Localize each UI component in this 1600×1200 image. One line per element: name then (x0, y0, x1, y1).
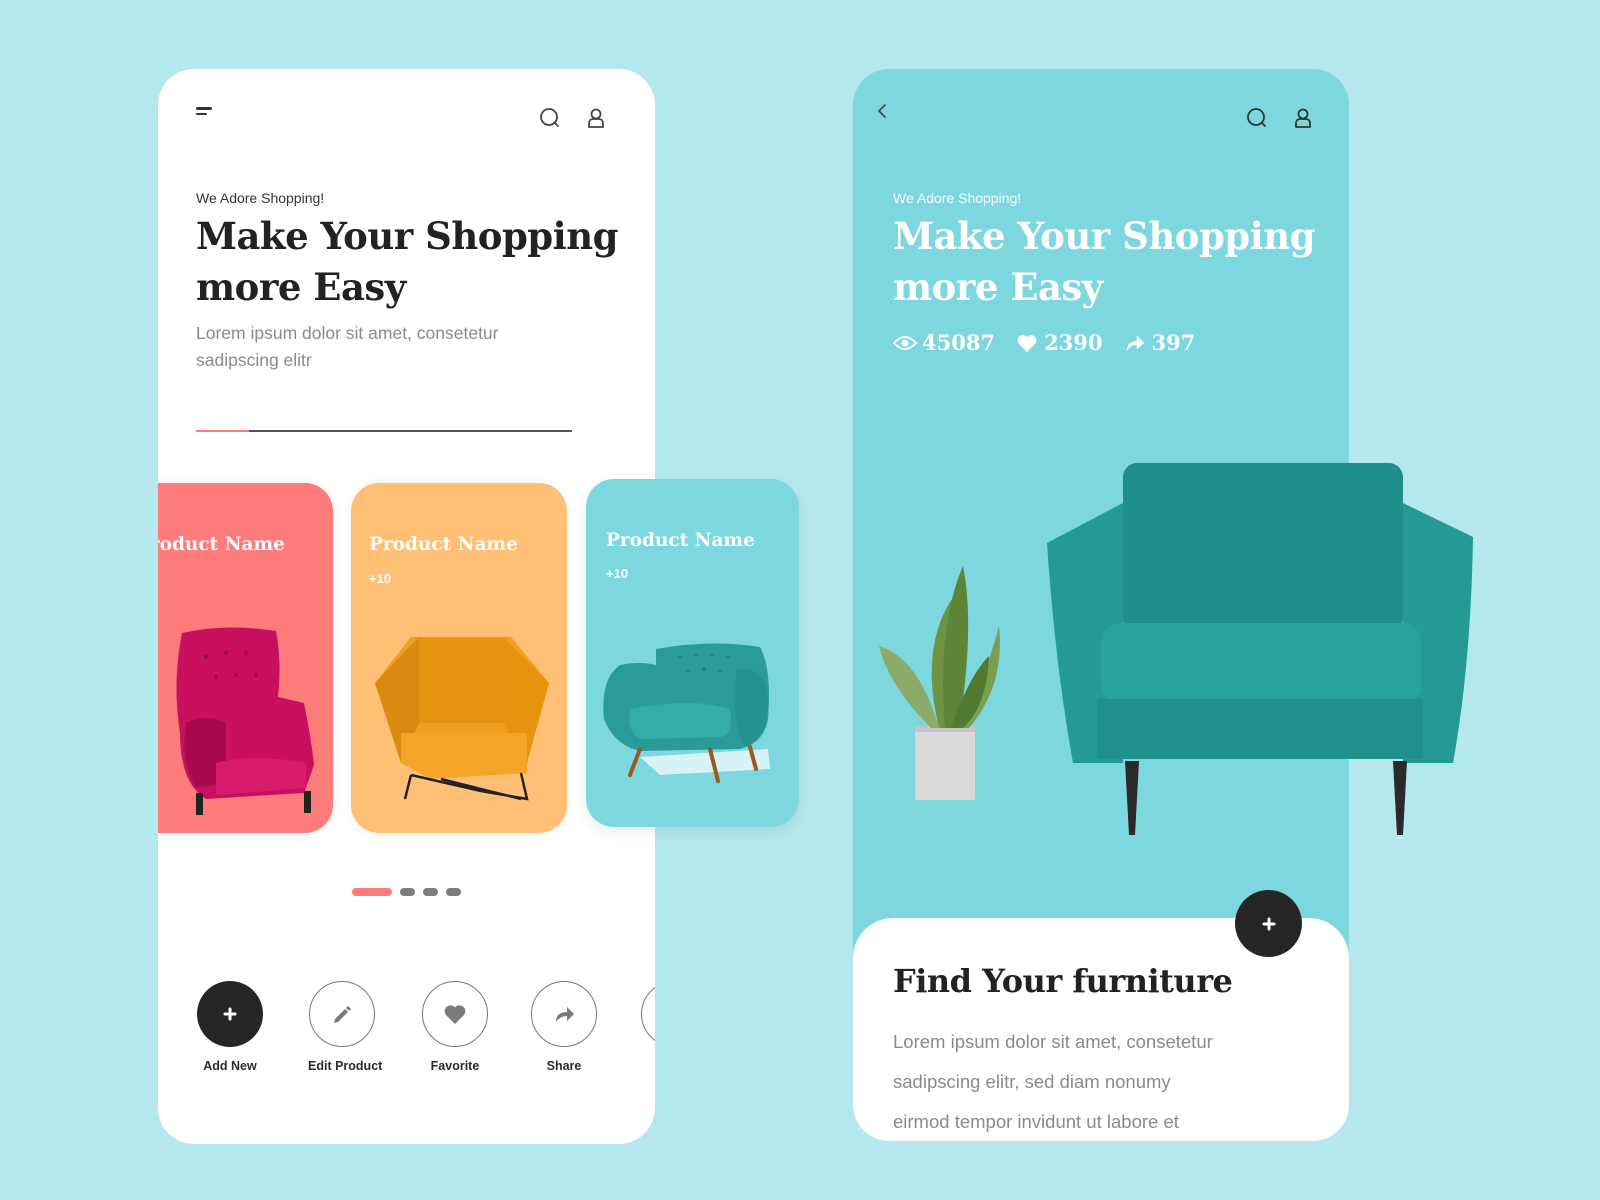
description-line: eirmod tempor invidunt ut labore et (893, 1111, 1179, 1132)
progress-fill (196, 430, 249, 432)
pink-armchair-image (176, 627, 314, 815)
carousel-pagination[interactable] (352, 888, 461, 896)
progress-bar (196, 430, 572, 432)
stats-row: 45087 2390 397 (893, 330, 1195, 355)
likes-stat[interactable]: 2390 (1015, 330, 1103, 355)
action-label: Edit Product (308, 1059, 383, 1073)
subtitle: Lorem ipsum dolor sit amet, consetetur s… (196, 320, 499, 374)
product-count: +10 (369, 571, 392, 586)
shares-stat[interactable]: 397 (1123, 330, 1196, 355)
page-title: Make Your Shopping more Easy (196, 211, 619, 313)
views-count: 45087 (922, 330, 996, 355)
pagination-dot[interactable] (423, 888, 438, 896)
eye-icon (893, 335, 917, 350)
add-to-cart-button[interactable] (1235, 890, 1302, 957)
description-line: sadipscing elitr, sed diam nonumy (893, 1071, 1171, 1092)
pagination-dot[interactable] (446, 888, 461, 896)
user-icon[interactable] (1291, 106, 1315, 130)
user-icon[interactable] (584, 106, 608, 130)
kicker-text: We Adore Shopping! (196, 190, 325, 206)
views-stat: 45087 (893, 330, 995, 355)
share-icon (556, 1007, 574, 1022)
subtitle-line-2: sadipscing elitr (196, 350, 312, 370)
action-label: Favorite (430, 1059, 480, 1073)
heart-icon (444, 1005, 466, 1024)
left-phone-screen: We Adore Shopping! Make Your Shopping mo… (158, 69, 655, 1144)
product-name: Product Name (369, 534, 518, 555)
orange-armchair-image (375, 637, 549, 801)
teal-armchair-image (603, 643, 770, 783)
title-line-1: Make Your Shopping (893, 214, 1316, 258)
action-bar: Add New Edit Product Favorite Share S (158, 981, 655, 1091)
search-icon[interactable] (1245, 106, 1269, 130)
subtitle-line-1: Lorem ipsum dolor sit amet, consetetur (196, 323, 499, 343)
favorite-button[interactable]: Favorite (421, 981, 489, 1073)
share-button[interactable]: Share (530, 981, 598, 1073)
edit-product-button[interactable]: Edit Product (308, 981, 383, 1073)
action-label: Share (546, 1059, 582, 1073)
pencil-icon (334, 1006, 351, 1023)
page-title: Make Your Shopping more Easy (893, 211, 1316, 313)
product-name: Product Name (158, 534, 285, 555)
plus-icon (1262, 917, 1275, 930)
plant-image (879, 566, 1000, 800)
product-card[interactable]: Product Name +10 (351, 483, 567, 833)
title-line-2: more Easy (196, 265, 406, 309)
plus-icon (223, 1007, 237, 1021)
more-action-button[interactable]: S (640, 981, 655, 1073)
action-label: S (640, 1059, 655, 1073)
add-new-button[interactable]: Add New (196, 981, 264, 1073)
pagination-dot[interactable] (400, 888, 415, 896)
share-icon (1126, 335, 1144, 351)
sheet-title: Find Your furniture (893, 962, 1233, 1000)
product-card-selected[interactable]: Product Name +10 (586, 479, 799, 827)
action-label: Add New (203, 1059, 257, 1073)
menu-icon[interactable] (196, 107, 214, 121)
title-line-2: more Easy (893, 265, 1103, 309)
kicker-text: We Adore Shopping! (893, 190, 1022, 206)
pagination-dot-active[interactable] (352, 888, 392, 896)
likes-count: 2390 (1044, 330, 1103, 355)
more-icon (641, 981, 655, 1047)
featured-armchair-image (1047, 463, 1473, 835)
product-card[interactable]: Product Name +10 (158, 483, 333, 833)
sheet-description: Lorem ipsum dolor sit amet, consetetur s… (893, 1022, 1213, 1141)
title-line-1: Make Your Shopping (196, 214, 619, 258)
chevron-left-icon[interactable] (875, 102, 889, 120)
search-icon[interactable] (538, 106, 562, 130)
product-name: Product Name (606, 530, 755, 551)
product-count: +10 (606, 566, 629, 581)
description-line: Lorem ipsum dolor sit amet, consetetur (893, 1031, 1213, 1052)
shares-count: 397 (1151, 330, 1196, 355)
heart-icon (1017, 334, 1037, 352)
